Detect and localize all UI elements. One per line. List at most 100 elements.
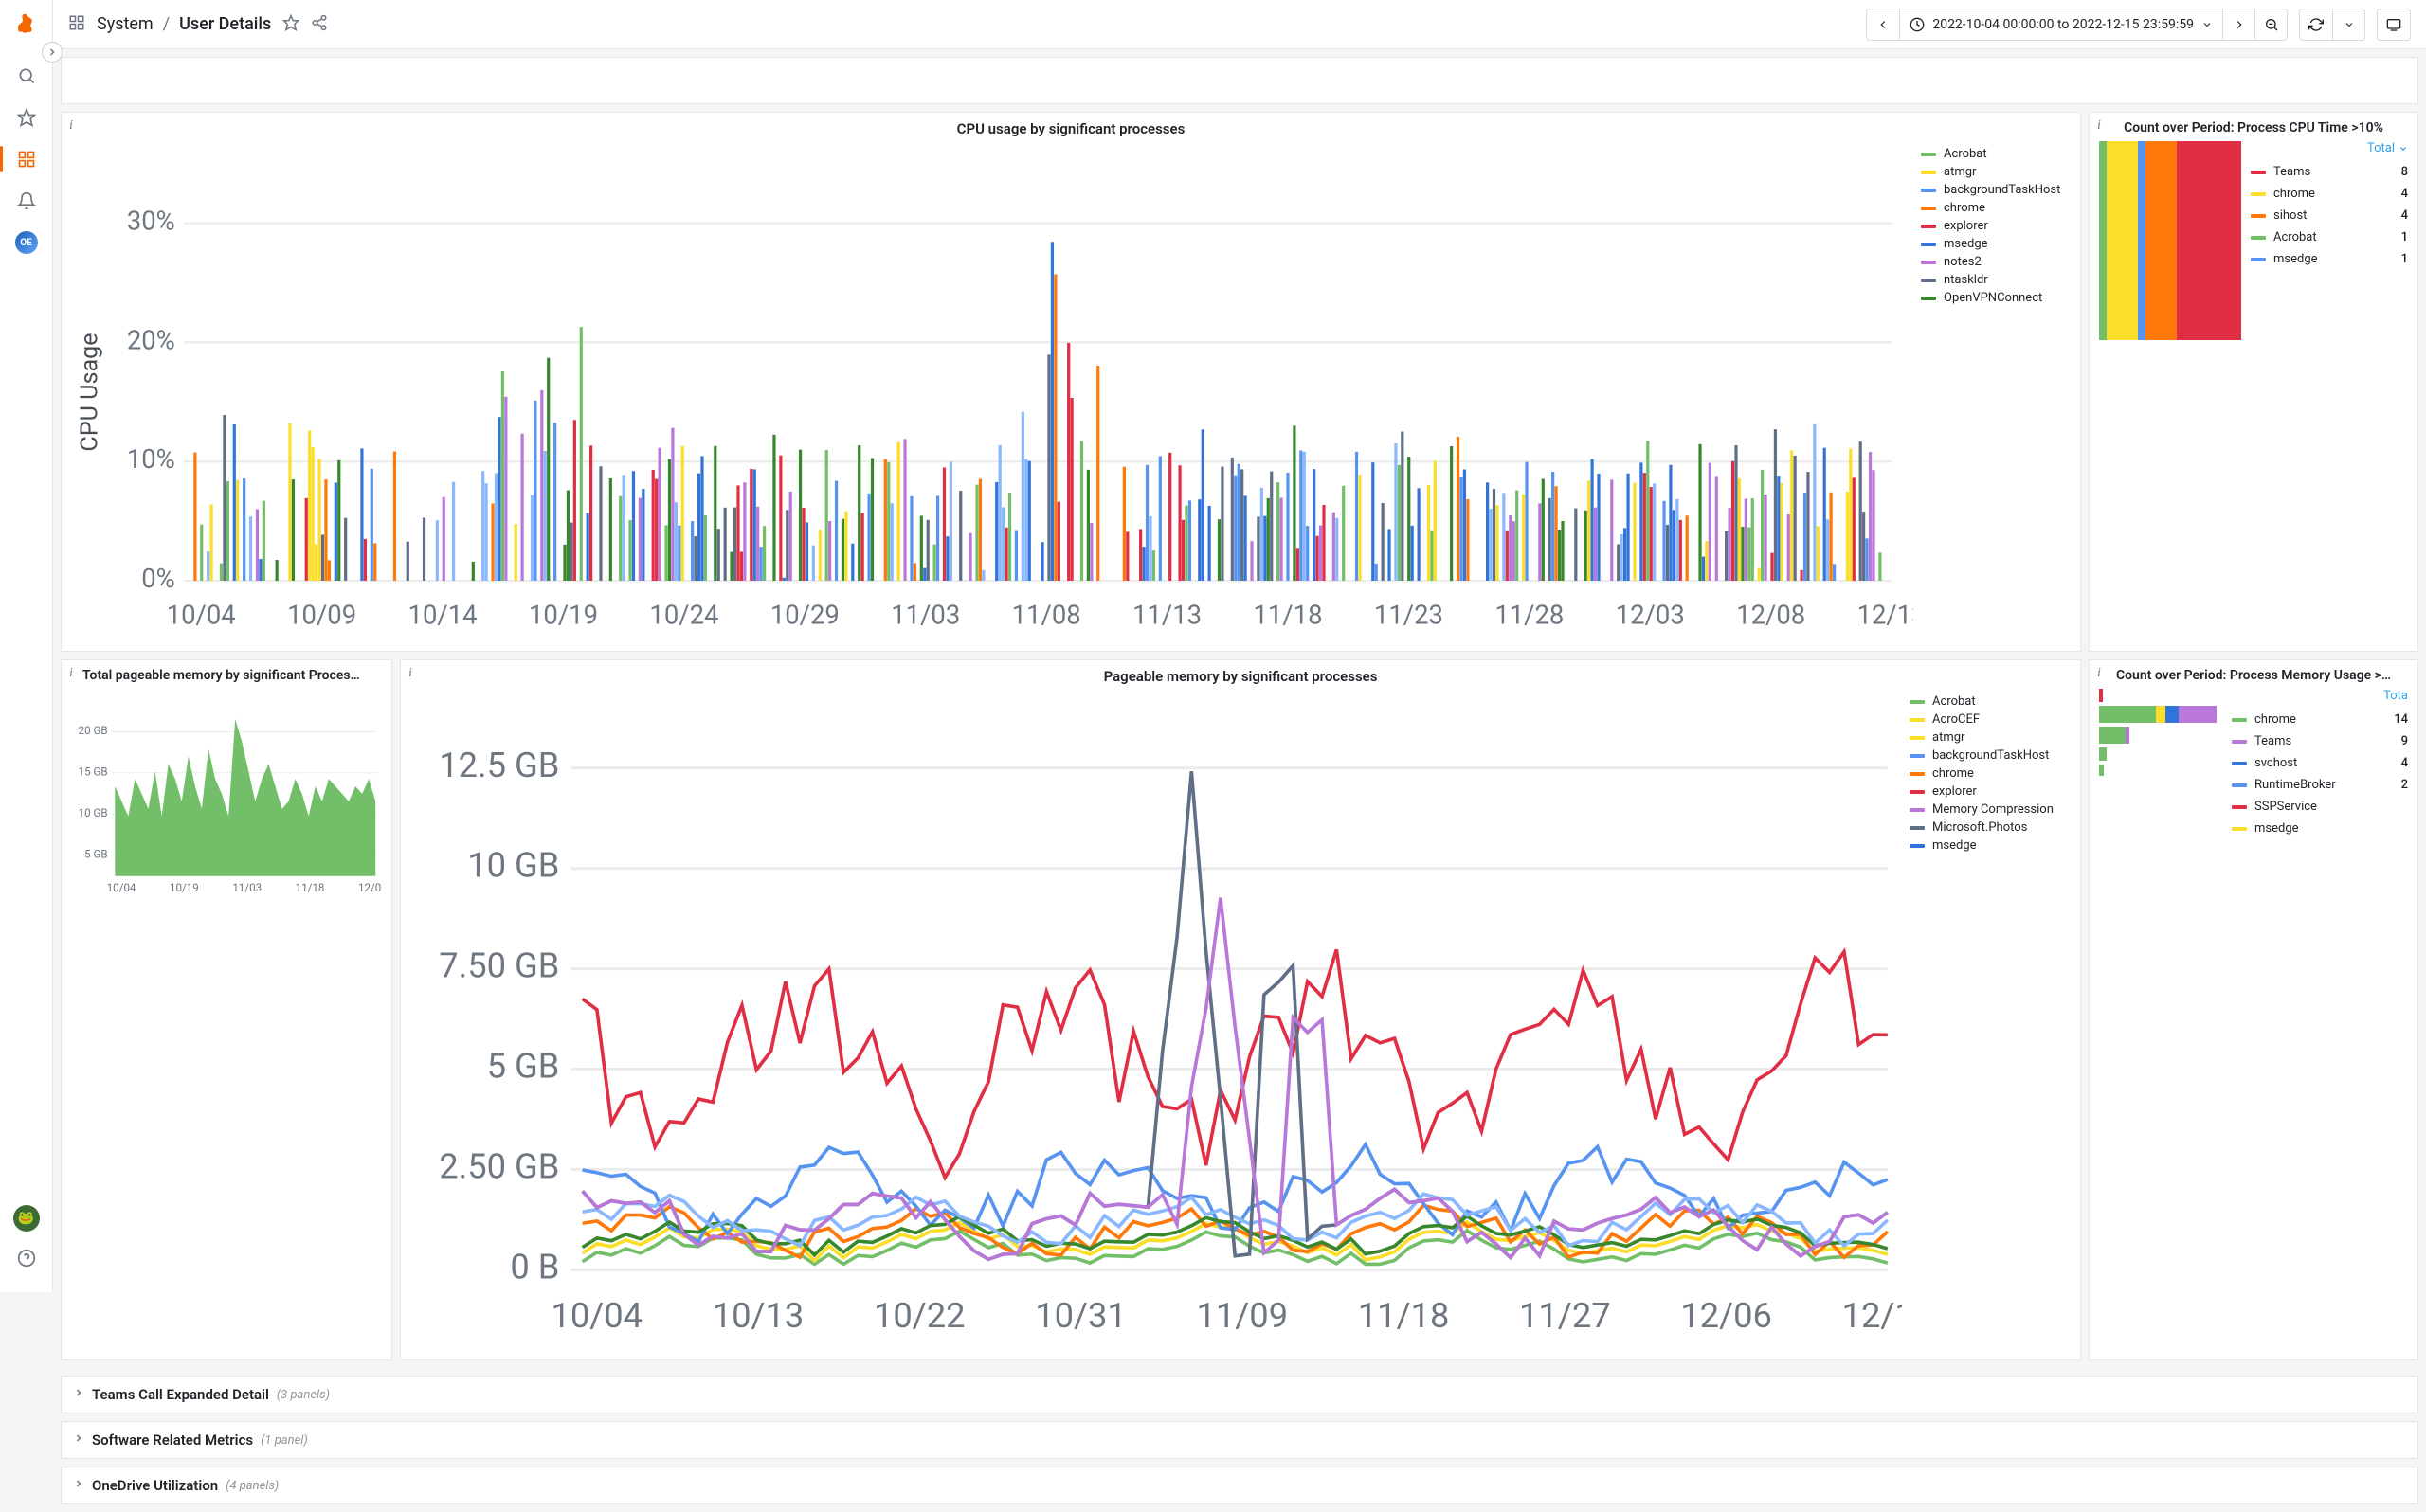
time-range-display[interactable]: 2022-10-04 00:00:00 to 2022-12-15 23:59:…	[1899, 9, 2222, 40]
sidebar-dashboards[interactable]	[8, 140, 45, 178]
svg-text:5 GB: 5 GB	[487, 1046, 560, 1087]
grafana-logo[interactable]	[9, 8, 44, 42]
legend-item[interactable]: chrome	[1910, 766, 2071, 781]
legend-item[interactable]: Teams8	[2251, 161, 2408, 183]
panel-title[interactable]: Total pageable memory by significant Pro…	[71, 668, 382, 683]
panel-mem-count: i Count over Period: Process Memory Usag…	[2089, 659, 2418, 1360]
legend-item[interactable]: RuntimeBroker2	[2232, 774, 2408, 796]
legend-item[interactable]: chrome4	[2251, 183, 2408, 205]
time-range-zoom-out-button[interactable]	[2254, 9, 2287, 40]
dashboards-icon[interactable]	[68, 14, 85, 35]
cpu-count-legend: Total Teams8chrome4sihost4Acrobat1msedge…	[2251, 141, 2408, 340]
legend-item[interactable]: AcroCEF	[1910, 712, 2071, 727]
refresh-interval-dropdown[interactable]	[2332, 9, 2364, 40]
legend-item[interactable]: Acrobat1	[2251, 226, 2408, 248]
total-toggle[interactable]: Tota	[2232, 689, 2408, 703]
info-icon[interactable]: i	[408, 666, 412, 681]
info-icon[interactable]: i	[69, 118, 73, 134]
svg-text:10/24: 10/24	[649, 601, 718, 631]
svg-text:11/03: 11/03	[891, 601, 960, 631]
panel-title[interactable]: Pageable memory by significant processes	[410, 668, 2071, 685]
legend-item[interactable]: explorer	[1910, 784, 2071, 799]
svg-text:10/29: 10/29	[770, 601, 840, 631]
mem-count-hbars[interactable]	[2099, 689, 2222, 897]
info-icon[interactable]: i	[2097, 666, 2101, 681]
svg-text:12/15: 12/15	[1842, 1295, 1902, 1336]
legend-item[interactable]: notes2	[1921, 255, 2071, 269]
time-range-text: 2022-10-04 00:00:00 to 2022-12-15 23:59:…	[1932, 17, 2194, 32]
svg-text:5 GB: 5 GB	[84, 847, 107, 860]
legend-item[interactable]: backgroundTaskHost	[1921, 183, 2071, 197]
legend-item[interactable]: backgroundTaskHost	[1910, 748, 2071, 763]
svg-text:15 GB: 15 GB	[79, 765, 108, 779]
empty-row	[61, 57, 2418, 104]
sidebar-starred[interactable]	[8, 99, 45, 136]
legend-item[interactable]: sihost4	[2251, 205, 2408, 226]
tv-mode-button[interactable]	[2378, 9, 2410, 40]
sidebar-alerting[interactable]	[8, 182, 45, 220]
cpu-usage-chart[interactable]: CPU Usage 0% 10% 20% 30%	[71, 143, 1913, 641]
svg-text:11/23: 11/23	[1374, 601, 1443, 631]
svg-text:11/08: 11/08	[1012, 601, 1081, 631]
collapsed-row[interactable]: OneDrive Utilization(4 panels)	[61, 1467, 2418, 1504]
topbar: System / User Details 2022-10-04 00:00:0…	[53, 0, 2426, 49]
svg-text:CPU Usage: CPU Usage	[76, 333, 103, 451]
legend-item[interactable]: svchost4	[2232, 752, 2408, 774]
legend-item[interactable]: chrome	[1921, 201, 2071, 215]
star-dashboard-button[interactable]	[282, 14, 299, 35]
x-axis: 10/0410/0910/1410/1910/2410/2911/0311/08…	[167, 601, 1913, 631]
sidebar-help[interactable]	[8, 1239, 45, 1277]
time-range-picker: 2022-10-04 00:00:00 to 2022-12-15 23:59:…	[1866, 9, 2288, 41]
refresh-button[interactable]	[2300, 9, 2332, 40]
sidebar-expand-toggle[interactable]	[42, 42, 63, 63]
cpu-bars	[193, 242, 1881, 581]
legend-item[interactable]: Memory Compression	[1910, 802, 2071, 817]
user-avatar[interactable]: 🐸	[13, 1205, 40, 1232]
legend-item[interactable]: chrome14	[2232, 709, 2408, 730]
panel-title[interactable]: Count over Period: Process CPU Time >10%	[2099, 120, 2408, 135]
svg-text:10/04: 10/04	[107, 881, 136, 894]
legend-item[interactable]: Acrobat	[1921, 147, 2071, 161]
legend-item[interactable]: atmgr	[1910, 730, 2071, 745]
svg-text:11/27: 11/27	[1519, 1295, 1611, 1336]
legend-item[interactable]: msedge	[1921, 237, 2071, 251]
legend-item[interactable]: Acrobat	[1910, 694, 2071, 709]
legend-item[interactable]: OpenVPNConnect	[1921, 291, 2071, 305]
time-range-forward-button[interactable]	[2222, 9, 2254, 40]
collapsed-row[interactable]: Teams Call Expanded Detail(3 panels)	[61, 1376, 2418, 1413]
legend-item[interactable]: msedge	[2232, 818, 2408, 839]
sidebar-search[interactable]	[8, 57, 45, 95]
total-toggle[interactable]: Total	[2251, 141, 2408, 155]
svg-text:10/04: 10/04	[551, 1295, 643, 1336]
sidebar: OE 🐸	[0, 0, 53, 1292]
total-mem-chart[interactable]: 5 GB 10 GB 15 GB 20 GB 10/0410/1911/0311…	[71, 689, 382, 899]
info-icon[interactable]: i	[69, 666, 73, 681]
svg-text:0 B: 0 B	[510, 1247, 559, 1287]
mem-lines	[583, 771, 1888, 1264]
legend-item[interactable]: msedge	[1910, 838, 2071, 853]
panel-title[interactable]: CPU usage by significant processes	[71, 120, 2071, 137]
breadcrumb-page[interactable]: User Details	[179, 14, 271, 34]
breadcrumb-folder[interactable]: System	[97, 14, 154, 34]
collapsed-row[interactable]: Software Related Metrics(1 panel)	[61, 1421, 2418, 1459]
cpu-count-stacked-bar[interactable]	[2099, 141, 2241, 340]
legend-item[interactable]: msedge1	[2251, 248, 2408, 270]
mem-chart[interactable]: 0 B 2.50 GB 5 GB 7.50 GB 10 GB 12.5 GB	[410, 691, 1902, 1350]
info-icon[interactable]: i	[2097, 118, 2101, 134]
chevron-right-icon	[73, 1432, 84, 1448]
legend-item[interactable]: Microsoft.Photos	[1910, 820, 2071, 835]
svg-text:10/31: 10/31	[1035, 1295, 1127, 1336]
legend-item[interactable]: ntaskldr	[1921, 273, 2071, 287]
share-dashboard-button[interactable]	[311, 14, 328, 35]
svg-text:12/03: 12/03	[1616, 601, 1685, 631]
time-range-back-button[interactable]	[1867, 9, 1899, 40]
legend-item[interactable]: explorer	[1921, 219, 2071, 233]
legend-item[interactable]: atmgr	[1921, 165, 2071, 179]
panel-cpu-count: i Count over Period: Process CPU Time >1…	[2089, 112, 2418, 652]
chevron-right-icon	[73, 1387, 84, 1402]
legend-item[interactable]: Teams9	[2232, 730, 2408, 752]
panel-title[interactable]: Count over Period: Process Memory Usage …	[2099, 668, 2408, 683]
svg-text:12/13: 12/13	[1857, 601, 1913, 631]
legend-item[interactable]: SSPService	[2232, 796, 2408, 818]
sidebar-plugin[interactable]: OE	[8, 224, 45, 261]
